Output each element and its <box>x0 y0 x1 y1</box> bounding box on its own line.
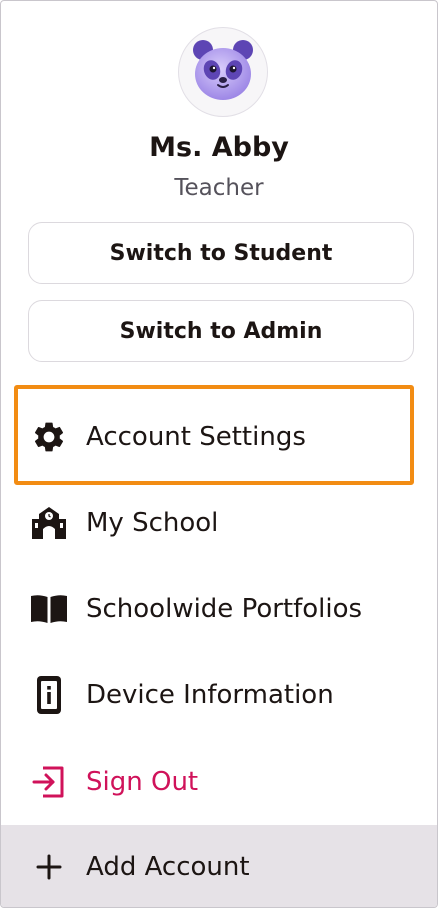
user-name: Ms. Abby <box>149 132 289 163</box>
schoolwide-portfolios-label: Schoolwide Portfolios <box>86 594 363 624</box>
switch-to-student-label: Switch to Student <box>109 240 333 266</box>
school-icon <box>29 503 69 543</box>
menu-item-sign-out[interactable]: Sign Out <box>1 739 437 825</box>
book-icon <box>29 589 69 629</box>
menu-item-account-settings[interactable]: Account Settings <box>1 394 437 480</box>
account-settings-label: Account Settings <box>86 422 306 452</box>
device-information-label: Device Information <box>86 680 334 710</box>
sign-out-icon <box>29 762 69 802</box>
add-account-label: Add Account <box>86 852 250 882</box>
avatar <box>178 27 268 117</box>
menu-item-my-school[interactable]: My School <box>1 480 437 566</box>
device-info-icon <box>29 675 69 715</box>
menu-item-add-account[interactable]: Add Account <box>1 825 437 907</box>
switch-to-admin-button[interactable]: Switch to Admin <box>28 300 414 362</box>
plus-icon <box>29 847 69 887</box>
sign-out-label: Sign Out <box>86 767 199 797</box>
switch-to-admin-label: Switch to Admin <box>119 318 323 344</box>
gear-icon <box>29 417 69 457</box>
panda-avatar-icon <box>187 34 259 110</box>
menu-item-device-information[interactable]: Device Information <box>1 652 437 738</box>
my-school-label: My School <box>86 508 219 538</box>
menu-item-schoolwide-portfolios[interactable]: Schoolwide Portfolios <box>1 566 437 652</box>
user-role: Teacher <box>174 175 264 201</box>
account-menu-panel: Ms. Abby Teacher Switch to Student Switc… <box>0 0 438 908</box>
switch-to-student-button[interactable]: Switch to Student <box>28 222 414 284</box>
